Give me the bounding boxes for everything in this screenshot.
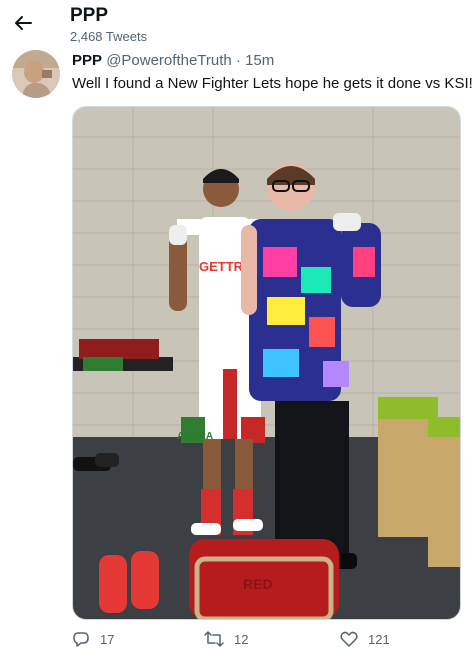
- retweet-icon: [204, 631, 224, 647]
- back-arrow-icon: [15, 16, 32, 30]
- reply-count: 17: [100, 631, 115, 647]
- dot-separator: ·: [235, 52, 241, 69]
- reply-button[interactable]: 17: [72, 627, 114, 651]
- author-handle[interactable]: @PoweroftheTruth: [106, 52, 232, 69]
- tweet-photo[interactable]: GETTR ACARA RED: [72, 106, 461, 620]
- shirt-logo-text: GETTR: [199, 259, 244, 274]
- profile-name: PPP: [70, 5, 109, 26]
- like-button[interactable]: 121: [340, 627, 390, 651]
- like-count: 121: [368, 631, 390, 647]
- profile-header: PPP 2,468 Tweets: [0, 0, 475, 50]
- retweet-count: 12: [234, 631, 249, 647]
- reply-icon: [73, 632, 89, 647]
- chair-text: RED: [243, 576, 273, 592]
- tweet-time[interactable]: 15m: [245, 52, 274, 69]
- tweet-actions: 17 12 121: [72, 627, 432, 651]
- heart-icon: [340, 631, 358, 647]
- tweet-author-line: PPP @PoweroftheTruth · 15m: [72, 52, 274, 70]
- avatar[interactable]: [12, 50, 60, 98]
- tweet-count: 2,468 Tweets: [70, 29, 148, 44]
- retweet-button[interactable]: 12: [204, 627, 248, 651]
- tweet-text: Well I found a New Fighter Lets hope he …: [72, 75, 473, 92]
- shorts-text: ACARA: [177, 431, 213, 442]
- back-button[interactable]: [10, 10, 36, 36]
- author-name[interactable]: PPP: [72, 52, 102, 69]
